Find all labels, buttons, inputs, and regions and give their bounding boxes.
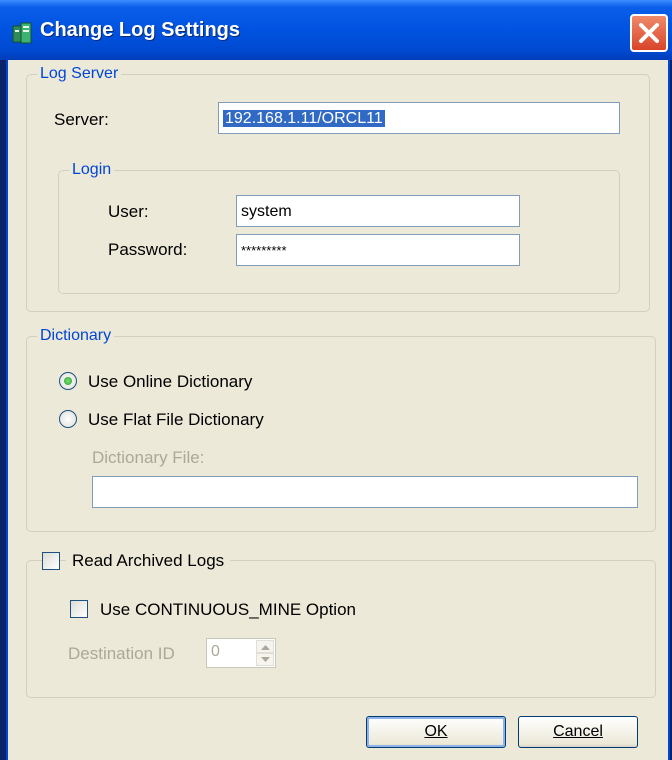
cancel-button[interactable]: Cancel [518, 716, 638, 748]
window-title: Change Log Settings [40, 19, 240, 41]
online-dictionary-label[interactable]: Use Online Dictionary [88, 372, 252, 392]
ok-button[interactable]: OK [366, 716, 506, 748]
online-dictionary-radio[interactable] [59, 372, 77, 390]
close-button[interactable] [630, 14, 668, 52]
server-value: 192.168.1.11/ORCL11 [223, 110, 385, 127]
password-label: Password: [108, 240, 188, 259]
dialog-window: Change Log Settings Log Server Server: 1… [0, 0, 672, 760]
title-bar[interactable]: Change Log Settings [0, 0, 672, 60]
dictionary-legend: Dictionary [37, 327, 115, 345]
ok-button-label: OK [424, 723, 448, 740]
database-icon [12, 22, 32, 44]
user-input[interactable]: system [236, 195, 520, 227]
continuous-mine-checkbox[interactable] [70, 600, 88, 618]
destination-id-value: 0 [211, 643, 220, 660]
spin-up-button[interactable] [256, 640, 274, 653]
log-server-legend: Log Server [37, 65, 122, 83]
dictionary-file-input[interactable] [92, 476, 638, 508]
continuous-mine-label[interactable]: Use CONTINUOUS_MINE Option [100, 600, 356, 620]
cancel-button-label: Cancel [553, 723, 603, 740]
dialog-body: Log Server Server: 192.168.1.11/ORCL11 L… [6, 60, 670, 760]
login-legend: Login [69, 161, 115, 179]
password-input[interactable]: ********* [236, 234, 520, 266]
server-input[interactable]: 192.168.1.11/ORCL11 [218, 102, 620, 134]
destination-id-label: Destination ID [68, 644, 175, 663]
dictionary-file-label: Dictionary File: [92, 448, 205, 467]
login-group: Login [58, 161, 620, 294]
close-icon [639, 23, 659, 43]
archived-logs-group [26, 560, 656, 698]
spin-down-button[interactable] [256, 653, 274, 666]
flat-file-dictionary-label[interactable]: Use Flat File Dictionary [88, 410, 264, 430]
server-label: Server: [54, 110, 109, 129]
arrow-up-icon [261, 645, 270, 650]
read-archived-logs-checkbox[interactable] [42, 552, 60, 570]
radio-selected-dot [64, 377, 72, 385]
read-archived-logs-label[interactable]: Read Archived Logs [66, 551, 231, 571]
destination-id-spinner[interactable]: 0 [206, 638, 276, 668]
flat-file-dictionary-radio[interactable] [59, 410, 77, 428]
arrow-down-icon [261, 657, 270, 662]
user-label: User: [108, 202, 149, 221]
